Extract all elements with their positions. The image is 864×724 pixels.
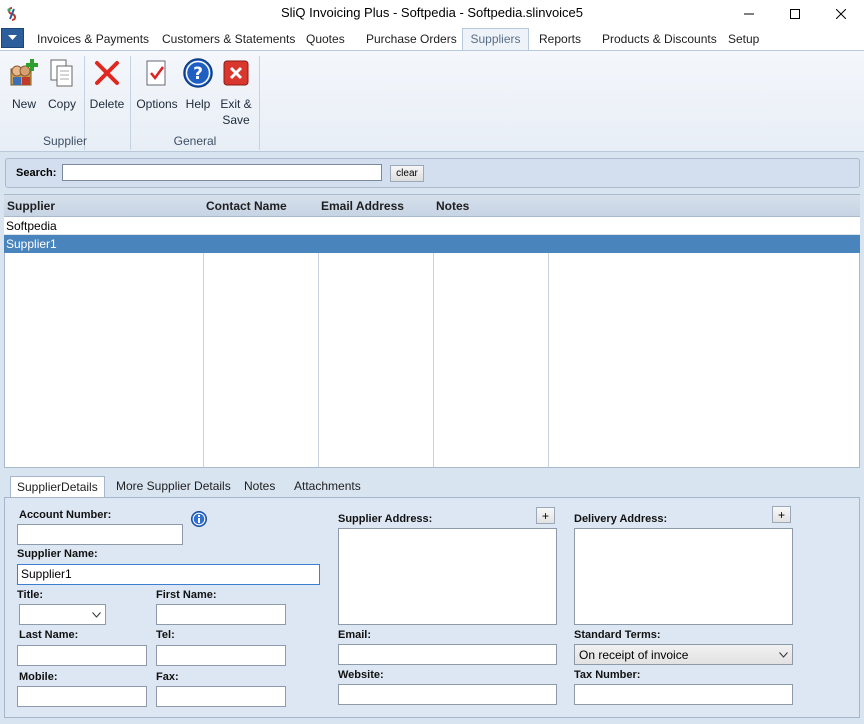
copy-label: Copy — [47, 97, 76, 111]
minimize-button[interactable] — [726, 0, 772, 28]
tab-reports[interactable]: Reports — [535, 30, 585, 48]
fax-field[interactable] — [156, 686, 286, 707]
ribbon-group-separator — [259, 56, 260, 150]
grid-header — [4, 195, 860, 217]
exit-save-button[interactable]: Exit & Save — [216, 56, 256, 128]
search-input[interactable] — [62, 164, 382, 181]
delete-label: Delete — [89, 97, 125, 111]
column-header-contact-name[interactable]: Contact Name — [206, 199, 287, 213]
chevron-down-icon — [779, 651, 788, 658]
column-divider — [318, 217, 319, 467]
maximize-icon — [790, 9, 800, 19]
tel-field[interactable] — [156, 645, 286, 666]
general-group-label: General — [173, 134, 217, 148]
supplier-cell: Supplier1 — [6, 237, 57, 251]
standard-terms-value: On receipt of invoice — [579, 647, 689, 662]
column-divider — [203, 217, 204, 467]
tab-invoices-payments[interactable]: Invoices & Payments — [33, 30, 153, 48]
column-divider — [433, 217, 434, 467]
exit-label: Exit & Save — [220, 96, 251, 128]
supplier-cell: Softpedia — [6, 219, 57, 233]
tab-setup[interactable]: Setup — [724, 30, 763, 48]
app-menu-button[interactable] — [1, 28, 24, 48]
tab-customers-statements[interactable]: Customers & Statements — [158, 30, 299, 48]
delivery-address-label: Delivery Address: — [574, 513, 668, 525]
first-name-field[interactable] — [156, 604, 286, 625]
website-field[interactable] — [338, 684, 557, 705]
supplier-address-field[interactable] — [338, 528, 557, 625]
column-divider — [548, 217, 549, 467]
supplier-group-label: Supplier — [42, 134, 88, 148]
standard-terms-select[interactable]: On receipt of invoice — [574, 644, 793, 665]
new-button[interactable]: New — [6, 56, 42, 112]
exit-icon — [219, 56, 253, 90]
standard-terms-label: Standard Terms: — [574, 629, 661, 641]
delete-icon — [90, 56, 124, 90]
tab-products-discounts[interactable]: Products & Discounts — [598, 30, 721, 48]
account-number-label: Account Number: — [19, 509, 112, 521]
search-label: Search: — [16, 167, 57, 179]
column-header-supplier[interactable]: Supplier — [7, 199, 55, 213]
mobile-field[interactable] — [17, 686, 147, 707]
last-name-label: Last Name: — [19, 629, 79, 641]
column-header-email-address[interactable]: Email Address — [321, 199, 404, 213]
fax-label: Fax: — [156, 671, 179, 683]
options-label: Options — [136, 97, 178, 111]
account-number-field[interactable] — [17, 524, 183, 545]
close-button[interactable] — [818, 0, 864, 28]
mobile-label: Mobile: — [19, 671, 58, 683]
exit-label-line-2: Save — [222, 113, 250, 127]
info-icon[interactable] — [191, 511, 207, 527]
help-label: Help — [185, 97, 211, 111]
email-label: Email: — [338, 629, 372, 641]
delete-button[interactable]: Delete — [88, 56, 126, 112]
options-button[interactable]: Options — [136, 56, 178, 112]
delivery-address-add-button[interactable]: + — [772, 506, 791, 523]
supplier-address-label: Supplier Address: — [338, 513, 433, 525]
column-header-notes[interactable]: Notes — [436, 199, 469, 213]
help-button[interactable]: ? Help — [180, 56, 216, 112]
tab-purchase-orders[interactable]: Purchase Orders — [362, 30, 461, 48]
new-supplier-icon — [7, 56, 41, 90]
tab-notes[interactable]: Notes — [238, 476, 281, 498]
tab-attachments[interactable]: Attachments — [288, 476, 367, 498]
table-row[interactable]: Softpedia — [4, 217, 860, 235]
tel-label: Tel: — [156, 629, 175, 641]
table-row-selected[interactable]: Supplier1 — [4, 235, 860, 253]
email-field[interactable] — [338, 644, 557, 665]
first-name-label: First Name: — [156, 589, 217, 601]
close-icon — [836, 9, 846, 19]
title-label: Title: — [17, 589, 44, 601]
chevron-down-icon — [92, 611, 101, 618]
help-icon: ? — [181, 56, 215, 90]
maximize-button[interactable] — [772, 0, 818, 28]
svg-text:?: ? — [193, 64, 203, 84]
tax-number-label: Tax Number: — [574, 669, 641, 681]
supplier-name-label: Supplier Name: — [17, 548, 98, 560]
exit-label-line-1: Exit & — [220, 97, 252, 111]
tax-number-field[interactable] — [574, 684, 793, 705]
tab-suppliers[interactable]: Suppliers — [462, 28, 529, 50]
website-label: Website: — [338, 669, 384, 681]
supplier-name-field[interactable]: Supplier1 — [17, 564, 320, 585]
copy-icon — [45, 56, 79, 90]
chevron-down-icon — [8, 35, 17, 40]
clear-button[interactable]: clear — [390, 165, 424, 182]
supplier-address-add-button[interactable]: + — [536, 507, 555, 524]
last-name-field[interactable] — [17, 645, 147, 666]
tab-more-supplier-details[interactable]: More Supplier Details — [110, 476, 237, 498]
options-icon — [140, 56, 174, 90]
new-label: New — [11, 97, 36, 111]
delivery-address-field[interactable] — [574, 528, 793, 625]
tab-quotes[interactable]: Quotes — [302, 30, 349, 48]
copy-button[interactable]: Copy — [46, 56, 78, 112]
title-select[interactable] — [19, 604, 106, 625]
tab-supplier-details[interactable]: SupplierDetails — [10, 476, 105, 498]
minimize-icon — [744, 13, 754, 15]
